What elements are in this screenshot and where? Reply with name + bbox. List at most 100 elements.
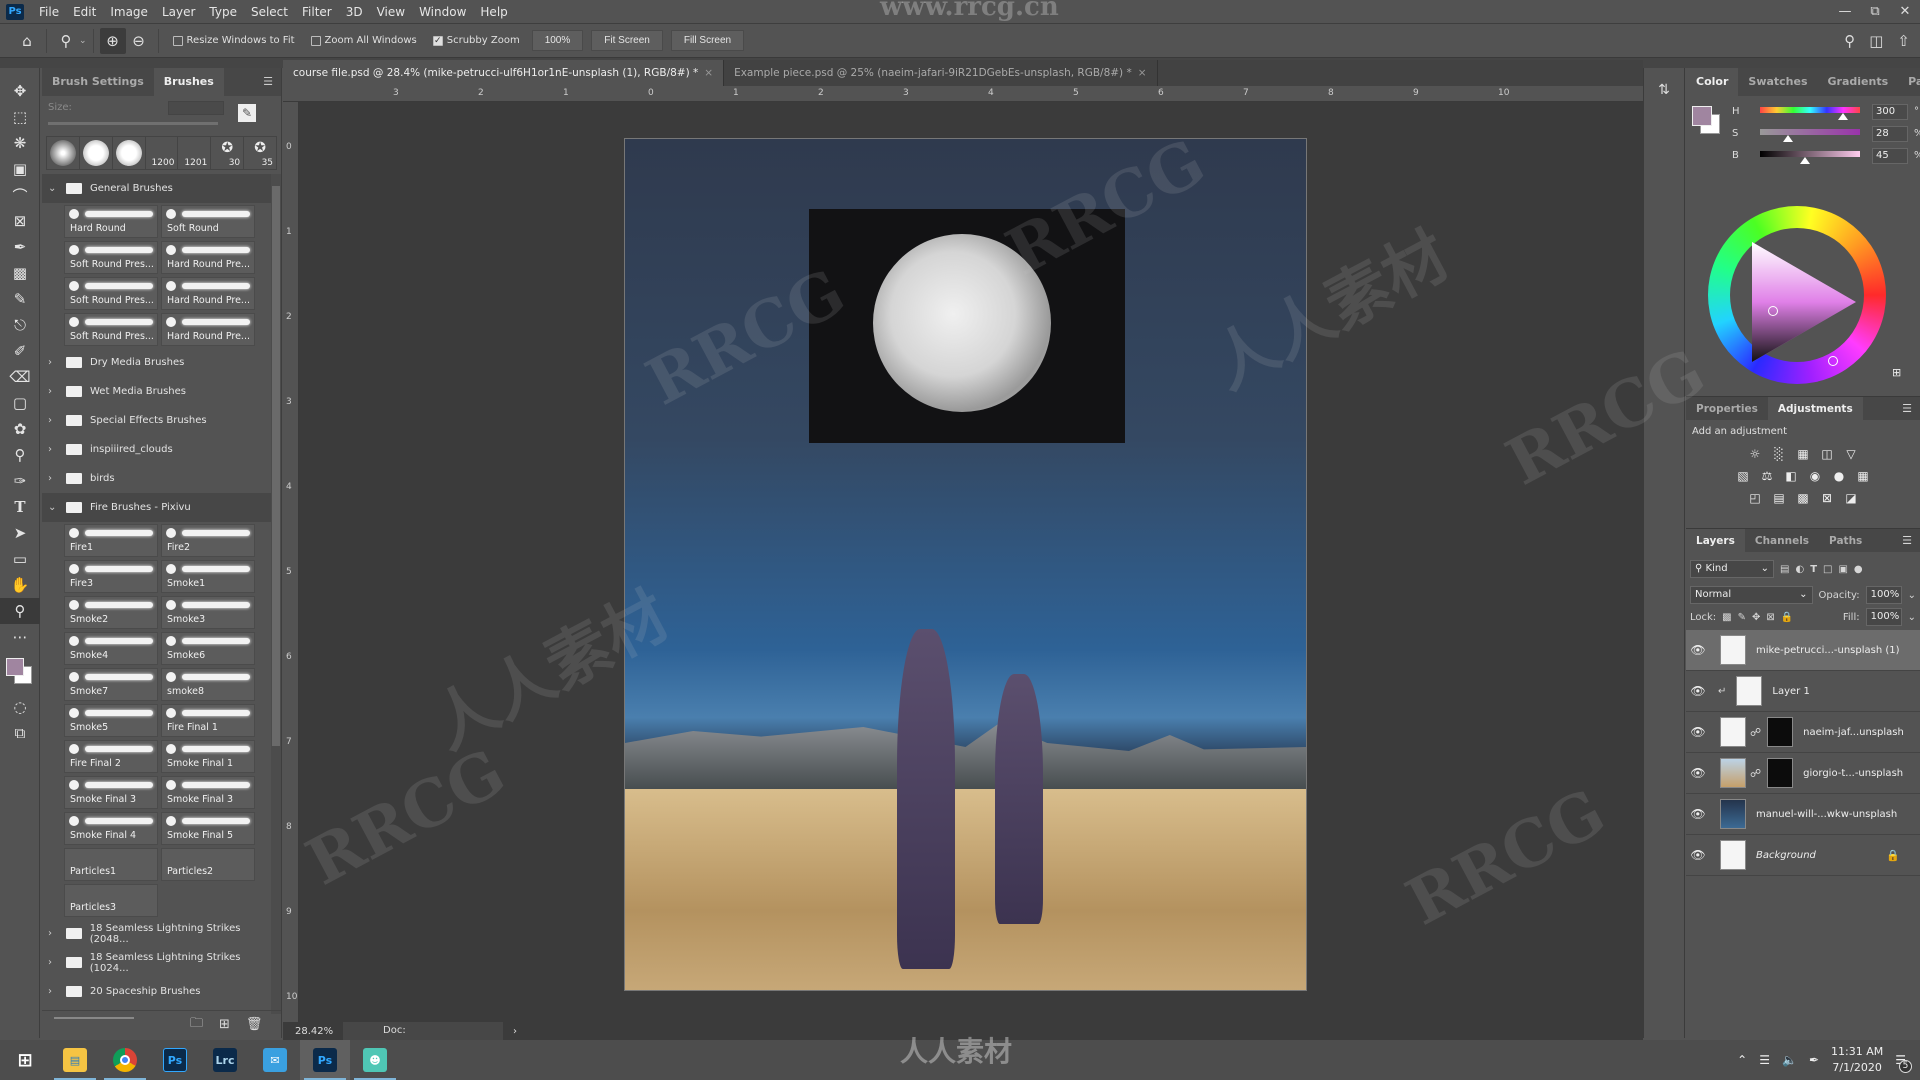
horizontal-ruler[interactable]: 3 2 1 0 1 2 3 4 5 6 7 8 9 10: [283, 86, 1643, 102]
close-tab-icon[interactable]: ×: [1138, 67, 1147, 79]
eyedropper-tool-icon[interactable]: ✒: [0, 234, 40, 260]
share-icon[interactable]: ⇧: [1897, 32, 1910, 50]
object-selection-tool-icon[interactable]: ▣: [0, 156, 40, 182]
exposure-icon[interactable]: ◫: [1819, 447, 1835, 461]
brush-preset[interactable]: Smoke1: [161, 560, 255, 593]
brush-group[interactable]: › birds: [42, 464, 281, 493]
foreground-color-swatch[interactable]: [6, 658, 24, 676]
pen-icon[interactable]: ✒: [1809, 1053, 1819, 1067]
zoom-in-icon[interactable]: ⊕: [99, 27, 126, 54]
color-wheel[interactable]: [1708, 206, 1886, 384]
brush-preset[interactable]: Smoke7: [64, 668, 158, 701]
resize-windows-checkbox[interactable]: Resize Windows to Fit: [172, 35, 295, 46]
visibility-eye-icon[interactable]: 👁: [1686, 643, 1710, 657]
zoom-level[interactable]: 28.42%: [283, 1026, 343, 1037]
color-balance-icon[interactable]: ⚖: [1759, 469, 1775, 483]
chevron-down-icon[interactable]: ⌄: [48, 183, 62, 194]
zoom-out-icon[interactable]: ⊖: [126, 28, 152, 54]
windows-start-icon[interactable]: ⊞: [0, 1040, 50, 1080]
dodge-tool-icon[interactable]: ⚲: [0, 442, 40, 468]
photoshop-active-icon[interactable]: Ps: [300, 1040, 350, 1080]
zoom-tool-preset-icon[interactable]: ⚲: [53, 28, 79, 54]
panel-menu-icon[interactable]: ☰: [255, 68, 281, 96]
workspace-icon[interactable]: ◫: [1869, 32, 1883, 50]
brush-preset[interactable]: Smoke3: [161, 596, 255, 629]
brush-group[interactable]: › 18 Seamless Lightning Strikes (2048...: [42, 919, 281, 948]
channel-mixer-icon[interactable]: ●: [1831, 469, 1847, 483]
mask-link-icon[interactable]: ☍: [1750, 726, 1761, 739]
visibility-eye-icon[interactable]: 👁: [1686, 684, 1710, 698]
brush-preset[interactable]: Soft Round: [161, 205, 255, 238]
brush-preset[interactable]: Fire2: [161, 524, 255, 557]
brush-group[interactable]: › 20 Spaceship Brushes: [42, 977, 281, 1006]
brush-preset[interactable]: Soft Round Pres...: [64, 277, 158, 310]
brush-tool-icon[interactable]: ✎: [0, 286, 40, 312]
filter-smart-object-icon[interactable]: ▣: [1838, 564, 1847, 575]
layer-name[interactable]: giorgio-t...-unsplash: [1803, 768, 1903, 779]
layer-name[interactable]: Layer 1: [1772, 686, 1809, 697]
chat-app-icon[interactable]: ☻: [350, 1040, 400, 1080]
brightness-slider-handle[interactable]: [1800, 157, 1810, 164]
menu-select[interactable]: Select: [244, 5, 295, 19]
fit-screen-button[interactable]: Fit Screen: [591, 30, 663, 51]
tab-brush-settings[interactable]: Brush Settings: [42, 68, 154, 96]
levels-icon[interactable]: ░: [1771, 447, 1787, 461]
brush-preset[interactable]: smoke8: [161, 668, 255, 701]
layer-thumbnail[interactable]: [1736, 676, 1763, 706]
document-canvas[interactable]: [624, 138, 1307, 991]
brush-group[interactable]: ⌄ General Brushes: [42, 174, 281, 203]
brush-preset[interactable]: Smoke4: [64, 632, 158, 665]
threshold-icon[interactable]: ▩: [1795, 491, 1811, 505]
visibility-eye-icon[interactable]: 👁: [1686, 807, 1710, 821]
new-group-icon[interactable]: 🗀: [190, 1014, 203, 1036]
layer-row[interactable]: 👁 manuel-will-...wkw-unsplash: [1686, 794, 1920, 835]
doc-size[interactable]: Doc: 20.6M/172.0M: [343, 1022, 503, 1054]
gradient-map-icon[interactable]: ◪: [1843, 491, 1859, 505]
layer-name[interactable]: naeim-jaf...unsplash: [1803, 727, 1904, 738]
tab-example-piece[interactable]: Example piece.psd @ 25% (naeim-jafari-9i…: [724, 60, 1158, 86]
file-explorer-icon[interactable]: ▤: [50, 1040, 100, 1080]
photoshop-icon[interactable]: Ps: [150, 1040, 200, 1080]
tab-properties[interactable]: Properties: [1686, 397, 1768, 421]
chevron-right-icon[interactable]: ›: [48, 957, 62, 968]
recent-brush[interactable]: [113, 137, 146, 169]
tab-layers[interactable]: Layers: [1686, 529, 1745, 553]
brush-preset[interactable]: Particles2: [161, 848, 255, 881]
layer-thumbnail[interactable]: [1720, 717, 1746, 747]
size-input[interactable]: [168, 101, 224, 115]
tab-course-file[interactable]: course file.psd @ 28.4% (mike-petrucci-u…: [283, 60, 725, 86]
fill-screen-button[interactable]: Fill Screen: [670, 30, 745, 51]
chevron-right-icon[interactable]: ›: [48, 473, 62, 484]
lock-artboard-icon[interactable]: ⊠: [1766, 612, 1774, 623]
brush-preset[interactable]: Hard Round: [64, 205, 158, 238]
brush-group[interactable]: › Dry Media Brushes: [42, 348, 281, 377]
brush-preset[interactable]: Fire1: [64, 524, 158, 557]
recent-brush[interactable]: ✪ 30: [211, 137, 245, 169]
filter-pixel-icon[interactable]: ▤: [1780, 564, 1789, 575]
chevron-right-icon[interactable]: ›: [513, 1026, 517, 1037]
layer-name[interactable]: manuel-will-...wkw-unsplash: [1756, 809, 1897, 820]
brush-preset[interactable]: Smoke Final 3: [64, 776, 158, 809]
search-icon[interactable]: ⚲: [1844, 32, 1855, 50]
crop-tool-icon[interactable]: ⌒: [0, 182, 40, 208]
brush-preset[interactable]: Smoke Final 3: [161, 776, 255, 809]
wifi-icon[interactable]: ☰: [1759, 1053, 1770, 1067]
vibrance-icon[interactable]: ▽: [1843, 447, 1859, 461]
brush-preset[interactable]: Smoke6: [161, 632, 255, 665]
saturation-slider-handle[interactable]: [1783, 135, 1793, 142]
tab-color[interactable]: Color: [1686, 68, 1739, 96]
brush-preset[interactable]: Smoke Final 5: [161, 812, 255, 845]
pen-tool-icon[interactable]: ✑: [0, 468, 40, 494]
color-lookup-icon[interactable]: ▦: [1855, 469, 1871, 483]
recent-brush[interactable]: 1201: [178, 137, 212, 169]
visibility-eye-icon[interactable]: 👁: [1686, 766, 1710, 780]
size-slider[interactable]: [48, 122, 218, 125]
menu-3d[interactable]: 3D: [339, 5, 370, 19]
history-panel-icon[interactable]: ⇅: [1644, 82, 1684, 98]
foreground-color-swatch[interactable]: [1692, 106, 1712, 126]
minimize-icon[interactable]: —: [1830, 4, 1860, 19]
visibility-eye-icon[interactable]: 👁: [1686, 848, 1710, 862]
brightness-contrast-icon[interactable]: ☼: [1747, 447, 1763, 461]
rectangle-tool-icon[interactable]: ▭: [0, 546, 40, 572]
chevron-down-icon[interactable]: ⌄: [1908, 590, 1916, 601]
